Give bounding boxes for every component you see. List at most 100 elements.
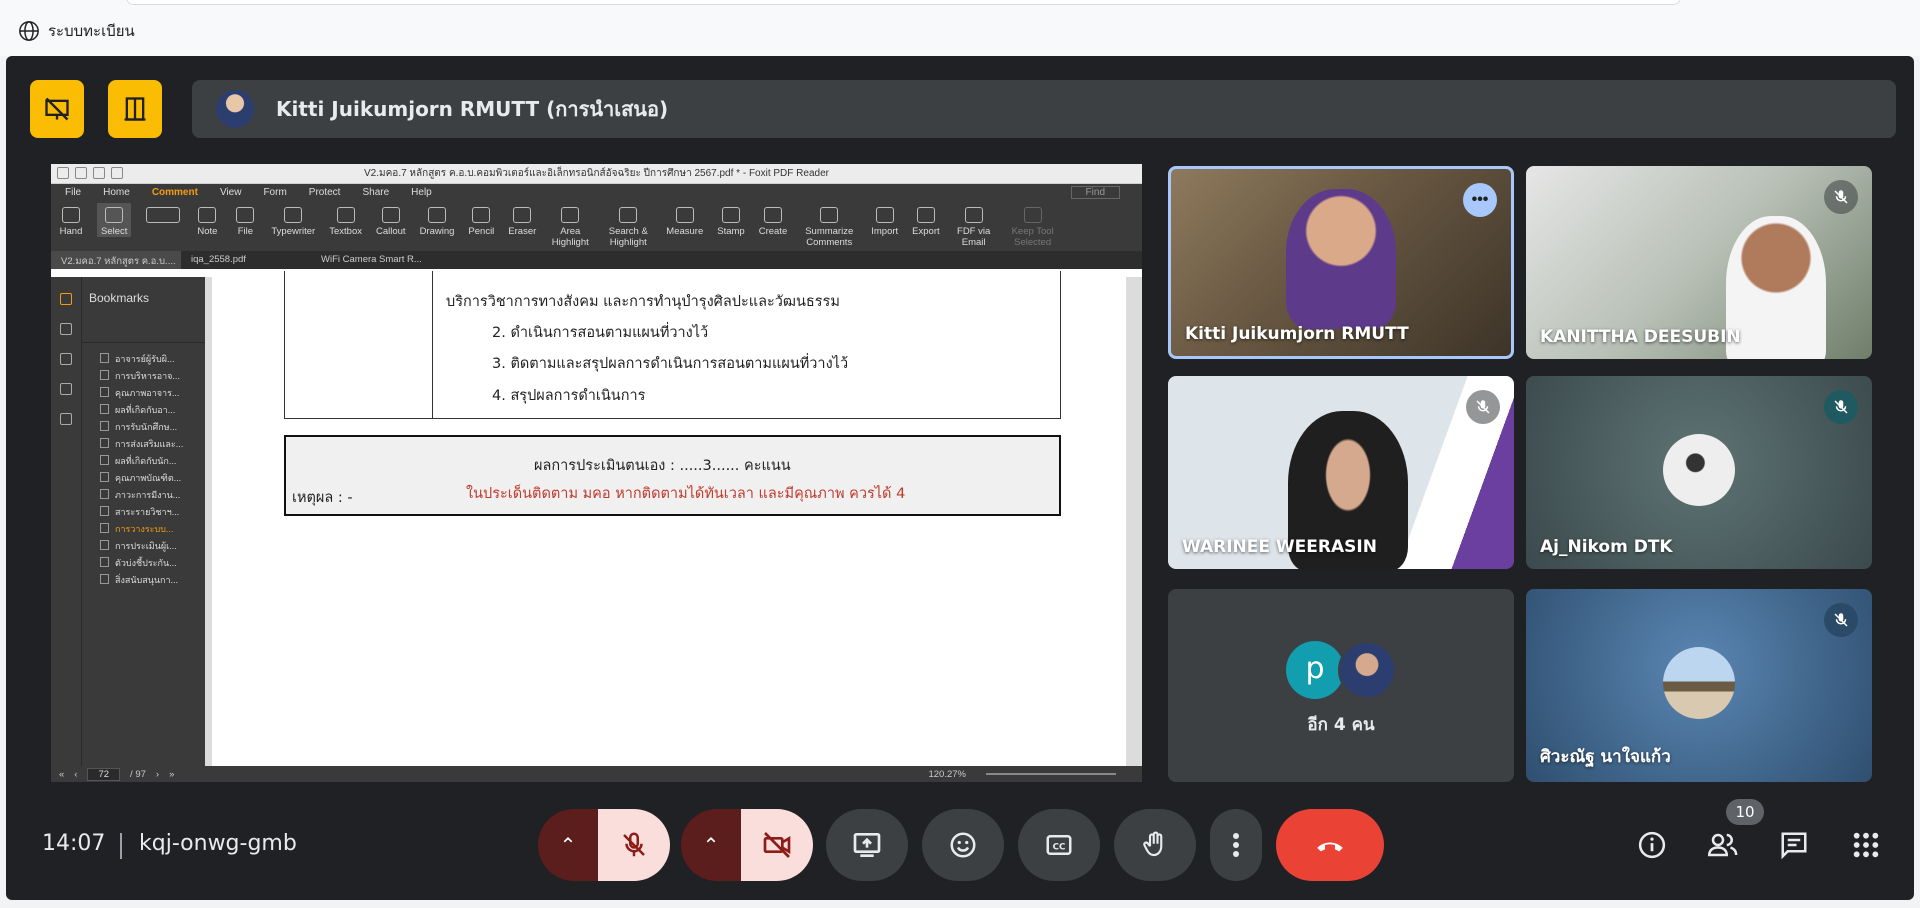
pdf-ribbon: Hand Select Note File Typewriter Textbox…	[51, 201, 1142, 251]
pdf-tab[interactable]: iqa_2558.pdf	[181, 251, 311, 269]
tool-textbox[interactable]: Textbox	[329, 203, 362, 237]
captions-button[interactable]: CC	[1018, 809, 1100, 881]
page-number-input[interactable]: 72	[87, 767, 121, 781]
last-page-icon[interactable]: »	[169, 769, 174, 780]
participant-tile[interactable]: WARINEE WEERASIN	[1168, 376, 1514, 569]
eraser-icon	[513, 207, 532, 223]
tool-create[interactable]: Create	[759, 203, 787, 237]
bookmark-tools[interactable]	[82, 313, 205, 343]
pdf-tab[interactable]: V2.มคอ.7 หลักสูตร ค.อ.บ....	[51, 251, 181, 269]
participant-tile[interactable]: ศิวะณัฐ นาใจแก้ว	[1526, 589, 1872, 782]
site-label[interactable]: ระบบทะเบียน	[18, 19, 135, 43]
pdf-nav-panel	[51, 277, 81, 766]
bookmark-item[interactable]: การบริหารอาจ...	[100, 368, 205, 385]
bookmark-item[interactable]: การรับนักศึกษ...	[100, 419, 205, 436]
presentation-layout-button[interactable]	[30, 80, 84, 138]
bookmark-icon[interactable]	[60, 293, 72, 305]
attachments-icon[interactable]	[60, 413, 72, 425]
mic-off-icon	[1466, 390, 1500, 424]
menu-view[interactable]: View	[220, 187, 242, 198]
menu-comment[interactable]: Comment	[152, 187, 198, 198]
people-button[interactable]	[1697, 819, 1749, 871]
address-bar[interactable]	[126, 0, 1681, 5]
tool-eraser[interactable]: Eraser	[508, 203, 536, 237]
menu-help[interactable]: Help	[411, 187, 432, 198]
tool-hand[interactable]: Hand	[59, 203, 83, 237]
bookmark-item[interactable]: อาจารย์ผู้รับผิ...	[100, 351, 205, 368]
zoom-slider[interactable]	[986, 773, 1116, 775]
participant-tile[interactable]: KANITTHA DEESUBIN	[1526, 166, 1872, 359]
tool-search-highlight[interactable]: Search & Highlight	[604, 203, 652, 248]
tool-file[interactable]: File	[233, 203, 257, 237]
camera-toggle-button[interactable]	[741, 809, 813, 881]
activities-button[interactable]	[1840, 819, 1892, 871]
globe-icon	[19, 21, 39, 41]
pdf-tabs: V2.มคอ.7 หลักสูตร ค.อ.บ.... iqa_2558.pdf…	[51, 251, 1142, 269]
tool-export[interactable]: Export	[912, 203, 940, 237]
typewriter-icon	[284, 207, 303, 223]
prev-page-icon[interactable]: ‹	[74, 769, 77, 780]
participant-tile[interactable]: ••• Kitti Juikumjorn RMUTT	[1168, 166, 1514, 359]
menu-share[interactable]: Share	[362, 187, 389, 198]
text-markup-tools[interactable]	[145, 203, 181, 226]
participant-tile[interactable]: Aj_Nikom DTK	[1526, 376, 1872, 569]
microphone-toggle-button[interactable]	[598, 809, 670, 881]
leave-call-button[interactable]	[1276, 809, 1384, 881]
window-controls[interactable]	[57, 167, 123, 179]
page-total: / 97	[130, 768, 146, 780]
tool-fdf-email[interactable]: FDF via Email	[954, 203, 994, 248]
bookmark-item[interactable]: ภาวะการมีงาน...	[100, 487, 205, 504]
bookmark-item-current[interactable]: การวางระบบ...	[100, 521, 205, 538]
others-tile[interactable]: p อีก 4 คน	[1168, 589, 1514, 782]
bookmark-item[interactable]: สิ่งสนับสนุนกา...	[100, 572, 205, 589]
comments-icon[interactable]	[60, 353, 72, 365]
next-page-icon[interactable]: ›	[156, 769, 159, 780]
bookmarks-panel: Bookmarks อาจารย์ผู้รับผิ... การบริหารอา…	[81, 277, 205, 766]
email-icon	[964, 207, 983, 223]
bookmark-item[interactable]: สาระรายวิชาฯ...	[100, 504, 205, 521]
menu-file[interactable]: File	[65, 187, 81, 198]
import-icon	[875, 207, 894, 223]
more-options-button[interactable]	[1210, 809, 1262, 881]
exit-presentation-button[interactable]	[108, 80, 162, 138]
tool-import[interactable]: Import	[871, 203, 898, 237]
bookmark-item[interactable]: ตัวบ่งชี้ประกัน...	[100, 555, 205, 572]
tool-keep-selected[interactable]: Keep Tool Selected	[1008, 203, 1058, 248]
layers-icon[interactable]	[60, 383, 72, 395]
chat-button[interactable]	[1768, 819, 1820, 871]
tool-area-highlight[interactable]: Area Highlight	[550, 203, 590, 248]
tool-summarize-comments[interactable]: Summarize Comments	[801, 203, 857, 248]
self-assessment-box: ผลการประเมินตนเอง : .....3...... คะแนน เ…	[284, 435, 1061, 516]
menu-home[interactable]: Home	[103, 187, 130, 198]
more-options-icon[interactable]: •••	[1463, 183, 1497, 217]
bookmark-item[interactable]: การประเมินผู้เ...	[100, 538, 205, 555]
tool-measure[interactable]: Measure	[666, 203, 703, 237]
menu-protect[interactable]: Protect	[309, 187, 341, 198]
present-screen-button[interactable]	[826, 809, 908, 881]
reactions-button[interactable]	[922, 809, 1004, 881]
bookmark-item[interactable]: คุณภาพอาจาร...	[100, 385, 205, 402]
bookmark-item[interactable]: ผลที่เกิดกับนัก...	[100, 453, 205, 470]
bookmark-item[interactable]: คุณภาพบัณฑิต...	[100, 470, 205, 487]
bookmark-item[interactable]: การส่งเสริมและ...	[100, 436, 205, 453]
tool-stamp[interactable]: Stamp	[717, 203, 745, 237]
tool-typewriter[interactable]: Typewriter	[271, 203, 315, 237]
pdf-tab[interactable]: WiFi Camera Smart R...	[311, 251, 441, 269]
pages-icon[interactable]	[60, 323, 72, 335]
raise-hand-button[interactable]	[1114, 809, 1196, 881]
tool-callout[interactable]: Callout	[376, 203, 406, 237]
find-input[interactable]: Find	[1070, 186, 1120, 199]
video-options-button[interactable]: ⌃	[681, 809, 741, 881]
pin-icon	[1023, 207, 1042, 223]
tool-pencil[interactable]: Pencil	[468, 203, 494, 237]
tool-select[interactable]: Select	[97, 203, 132, 237]
first-page-icon[interactable]: «	[59, 769, 64, 780]
doc-line: 4. สรุปผลการดำเนินการ	[492, 388, 646, 404]
tool-drawing[interactable]: Drawing	[420, 203, 454, 237]
meeting-info-button[interactable]	[1626, 819, 1678, 871]
zoom-level[interactable]: 120.27%	[928, 769, 966, 780]
menu-form[interactable]: Form	[263, 187, 286, 198]
tool-note[interactable]: Note	[195, 203, 219, 237]
audio-options-button[interactable]: ⌃	[538, 809, 598, 881]
bookmark-item[interactable]: ผลที่เกิดกับอา...	[100, 402, 205, 419]
